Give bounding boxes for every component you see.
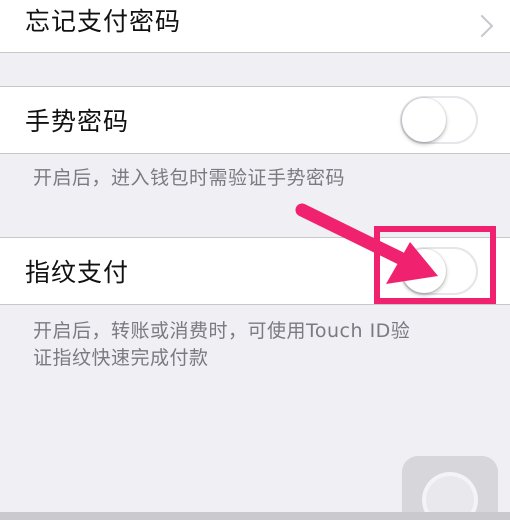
gesture-password-description: 开启后，进入钱包时需验证手势密码 (33, 167, 346, 189)
gesture-password-row: 手势密码 (0, 87, 510, 153)
gesture-password-toggle[interactable] (400, 96, 478, 144)
forgot-password-row[interactable]: 忘记支付密码 (0, 0, 510, 52)
assistive-touch-icon[interactable] (402, 456, 498, 516)
fingerprint-pay-description-line: 证指纹快速完成付款 (33, 347, 209, 369)
annotation-arrow-icon (295, 203, 438, 284)
divider (0, 304, 510, 305)
bottom-bar (0, 512, 510, 520)
forgot-password-label: 忘记支付密码 (25, 7, 182, 36)
divider (0, 153, 510, 154)
divider (0, 52, 510, 53)
fingerprint-pay-description-line: 开启后，转账或消费时，可使用Touch ID验 (33, 320, 411, 342)
toggle-knob (402, 98, 446, 142)
assistive-touch-ring (422, 472, 478, 516)
fingerprint-pay-description: 开启后，转账或消费时，可使用Touch ID验 证指纹快速完成付款 (33, 318, 463, 372)
fingerprint-pay-label: 指纹支付 (25, 258, 130, 287)
chevron-right-icon (470, 14, 494, 38)
gesture-password-label: 手势密码 (25, 107, 130, 136)
